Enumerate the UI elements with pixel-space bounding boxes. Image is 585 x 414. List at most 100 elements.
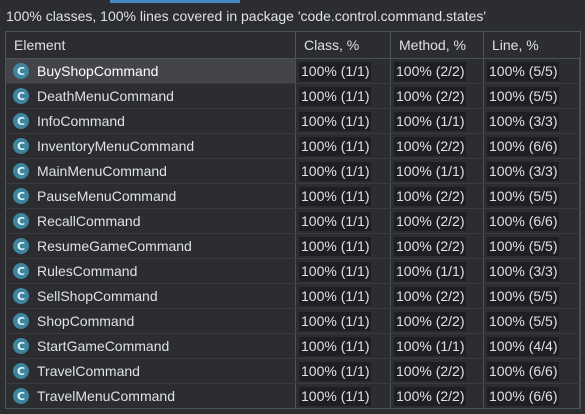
line-coverage-cell-value: 100% (5/5): [487, 311, 560, 331]
line-coverage-cell: 100% (6/6): [484, 134, 580, 158]
table-row[interactable]: C InventoryMenuCommand 100% (1/1) 100% (2/2…: [6, 134, 580, 159]
class-coverage-cell: 100% (1/1): [296, 234, 391, 258]
line-coverage-cell: 100% (3/3): [484, 259, 580, 283]
class-name: MainMenuCommand: [37, 163, 167, 179]
method-coverage-cell-value: 100% (2/2): [394, 386, 467, 406]
element-cell: C TravelCommand: [6, 359, 296, 383]
column-header-method[interactable]: Method, %: [391, 32, 484, 58]
table-row[interactable]: C TravelCommand 100% (1/1) 100% (2/2) 100% (…: [6, 359, 580, 384]
class-coverage-cell: 100% (1/1): [296, 309, 391, 333]
line-coverage-cell-value: 100% (3/3): [487, 161, 560, 181]
table-row[interactable]: C BuyShopCommand 100% (1/1) 100% (2/2) 100% …: [6, 59, 580, 84]
method-coverage-cell: 100% (1/1): [391, 259, 484, 283]
method-coverage-cell: 100% (2/2): [391, 134, 484, 158]
element-cell: C ShopCommand: [6, 309, 296, 333]
class-name: PauseMenuCommand: [37, 188, 177, 204]
class-coverage-cell: 100% (1/1): [296, 134, 391, 158]
line-coverage-cell-value: 100% (3/3): [487, 261, 560, 281]
class-coverage-cell: 100% (1/1): [296, 384, 391, 408]
class-coverage-cell-value: 100% (1/1): [299, 386, 372, 406]
column-header-line[interactable]: Line, %: [484, 32, 580, 58]
table-row[interactable]: C TravelMenuCommand 100% (1/1) 100% (2/2) 10…: [6, 384, 580, 408]
class-name: StartGameCommand: [37, 338, 170, 354]
table-row[interactable]: C RulesCommand 100% (1/1) 100% (1/1) 100% (3…: [6, 259, 580, 284]
coverage-panel: 100% classes, 100% lines covered in pack…: [0, 0, 585, 414]
method-coverage-cell-value: 100% (2/2): [394, 186, 467, 206]
method-coverage-cell-value: 100% (2/2): [394, 311, 467, 331]
method-coverage-cell: 100% (2/2): [391, 234, 484, 258]
line-coverage-cell: 100% (6/6): [484, 359, 580, 383]
method-coverage-cell: 100% (2/2): [391, 359, 484, 383]
class-icon: C: [13, 113, 29, 129]
class-icon: C: [13, 313, 29, 329]
coverage-table[interactable]: Element Class, % Method, % Line, % C BuyS…: [5, 31, 581, 409]
coverage-summary: 100% classes, 100% lines covered in pack…: [6, 8, 487, 24]
line-coverage-cell: 100% (3/3): [484, 109, 580, 133]
class-name: SellShopCommand: [37, 288, 158, 304]
line-coverage-cell-value: 100% (5/5): [487, 236, 560, 256]
method-coverage-cell: 100% (1/1): [391, 109, 484, 133]
table-row[interactable]: C RecallCommand 100% (1/1) 100% (2/2) 100% (…: [6, 209, 580, 234]
line-coverage-cell-value: 100% (5/5): [487, 186, 560, 206]
element-cell: C InfoCommand: [6, 109, 296, 133]
class-icon: C: [13, 288, 29, 304]
line-coverage-cell: 100% (3/3): [484, 159, 580, 183]
element-cell: C ResumeGameCommand: [6, 234, 296, 258]
table-row[interactable]: C SellShopCommand 100% (1/1) 100% (2/2) 100%…: [6, 284, 580, 309]
class-name: RecallCommand: [37, 213, 141, 229]
class-coverage-cell: 100% (1/1): [296, 359, 391, 383]
class-coverage-cell-value: 100% (1/1): [299, 261, 372, 281]
class-icon: C: [13, 388, 29, 404]
table-row[interactable]: C DeathMenuCommand 100% (1/1) 100% (2/2) 100…: [6, 84, 580, 109]
class-coverage-cell-value: 100% (1/1): [299, 236, 372, 256]
class-coverage-cell: 100% (1/1): [296, 284, 391, 308]
class-coverage-cell: 100% (1/1): [296, 109, 391, 133]
table-row[interactable]: C ShopCommand 100% (1/1) 100% (2/2) 100% (5/…: [6, 309, 580, 334]
line-coverage-cell-value: 100% (5/5): [487, 61, 560, 81]
method-coverage-cell: 100% (1/1): [391, 159, 484, 183]
class-name: DeathMenuCommand: [37, 88, 174, 104]
column-header-element[interactable]: Element: [6, 32, 296, 58]
class-coverage-cell-value: 100% (1/1): [299, 86, 372, 106]
method-coverage-cell: 100% (1/1): [391, 334, 484, 358]
table-row[interactable]: C PauseMenuCommand 100% (1/1) 100% (2/2) 100…: [6, 184, 580, 209]
tab-strip: [0, 0, 585, 3]
class-icon: C: [13, 238, 29, 254]
class-coverage-cell-value: 100% (1/1): [299, 186, 372, 206]
element-cell: C SellShopCommand: [6, 284, 296, 308]
table-row[interactable]: C StartGameCommand 100% (1/1) 100% (1/1) 100…: [6, 334, 580, 359]
table-row[interactable]: C InfoCommand 100% (1/1) 100% (1/1) 100% (3/…: [6, 109, 580, 134]
class-icon: C: [13, 263, 29, 279]
line-coverage-cell-value: 100% (5/5): [487, 86, 560, 106]
class-icon: C: [13, 363, 29, 379]
line-coverage-cell: 100% (4/4): [484, 334, 580, 358]
class-name: InfoCommand: [37, 113, 125, 129]
element-cell: C RecallCommand: [6, 209, 296, 233]
class-icon: C: [13, 188, 29, 204]
active-tab-indicator: [110, 0, 240, 3]
class-name: ShopCommand: [37, 313, 135, 329]
method-coverage-cell: 100% (2/2): [391, 59, 484, 83]
method-coverage-cell-value: 100% (2/2): [394, 136, 467, 156]
class-coverage-cell: 100% (1/1): [296, 184, 391, 208]
column-header-class[interactable]: Class, %: [296, 32, 391, 58]
table-row[interactable]: C ResumeGameCommand 100% (1/1) 100% (2/2) 10…: [6, 234, 580, 259]
line-coverage-cell: 100% (5/5): [484, 284, 580, 308]
line-coverage-cell: 100% (5/5): [484, 309, 580, 333]
class-coverage-cell: 100% (1/1): [296, 84, 391, 108]
method-coverage-cell-value: 100% (1/1): [394, 261, 467, 281]
method-coverage-cell-value: 100% (2/2): [394, 236, 467, 256]
table-body: C BuyShopCommand 100% (1/1) 100% (2/2) 100% …: [6, 59, 580, 408]
element-cell: C DeathMenuCommand: [6, 84, 296, 108]
class-coverage-cell: 100% (1/1): [296, 209, 391, 233]
class-coverage-cell-value: 100% (1/1): [299, 336, 372, 356]
class-name: ResumeGameCommand: [37, 238, 192, 254]
class-icon: C: [13, 213, 29, 229]
class-name: TravelCommand: [37, 363, 140, 379]
table-row[interactable]: C MainMenuCommand 100% (1/1) 100% (1/1) 100%…: [6, 159, 580, 184]
class-coverage-cell-value: 100% (1/1): [299, 61, 372, 81]
class-coverage-cell-value: 100% (1/1): [299, 111, 372, 131]
method-coverage-cell: 100% (2/2): [391, 209, 484, 233]
method-coverage-cell-value: 100% (2/2): [394, 86, 467, 106]
method-coverage-cell: 100% (2/2): [391, 284, 484, 308]
